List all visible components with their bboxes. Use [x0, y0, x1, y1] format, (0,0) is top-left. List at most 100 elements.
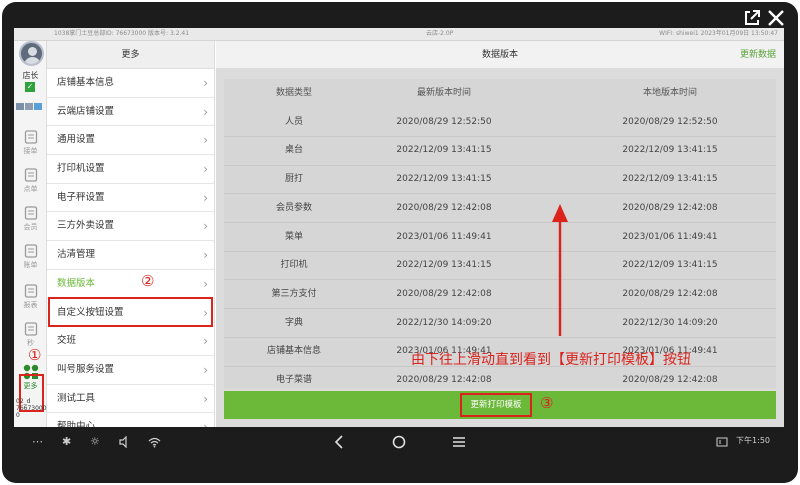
table-cell: 2022/12/30 14:09:20 — [622, 317, 718, 328]
table-row: 第三方支付 2020/08/29 12:42:08 2020/08/29 12:42… — [224, 280, 776, 309]
nav-item-1[interactable]: 点单 — [14, 164, 47, 202]
back-icon[interactable] — [334, 435, 344, 449]
menu-item-label: 测试工具 — [57, 392, 96, 404]
table-cell: 2022/12/09 13:41:15 — [622, 145, 718, 156]
nav-item-3[interactable]: 账单 — [14, 240, 47, 278]
menu-item[interactable]: 打印机设置 › — [47, 155, 214, 184]
table-cell: 2022/12/09 13:41:15 — [396, 145, 492, 156]
update-bar: 更新打印模板 ③ — [224, 391, 776, 419]
chevron-right-icon: › — [203, 76, 208, 90]
table-cell: 会员参数 — [275, 202, 312, 213]
table-cell: 打印机 — [280, 260, 308, 271]
table-cell: 2023/01/06 11:49:41 — [396, 231, 492, 242]
status-mini-icons — [16, 95, 46, 110]
update-data-button[interactable]: 更新数据 — [740, 41, 776, 69]
status-right-text: WIFI: shiwei1 2023年01月09日 13:50:47 — [659, 30, 778, 37]
mini-status-icon — [25, 103, 33, 110]
data-version-panel: 数据版本 更新数据 数据类型 最新版本时间 本地版本时间 人员 2020/08/29 1… — [216, 41, 784, 427]
chevron-right-icon: › — [203, 248, 208, 263]
mini-status-icon — [16, 103, 24, 110]
page-header: 数据版本 更新数据 — [216, 41, 784, 69]
more-panel: 更多 店铺基本信息 › 云端店铺设置 › 通用设置 › 打印机设置 › 电子秤设置 › 三方外卖设置… — [47, 41, 215, 427]
table-cell: 2022/12/09 13:41:15 — [622, 260, 718, 271]
table-cell: 2020/08/29 12:52:50 — [622, 116, 718, 127]
menu-item-label: 店铺基本信息 — [57, 77, 115, 88]
utensils-icon — [23, 167, 39, 183]
nav-item-0[interactable]: 接单 — [14, 126, 47, 164]
chevron-right-icon: › — [203, 219, 208, 234]
table-cell: 2020/08/29 12:42:08 — [396, 202, 492, 213]
table-cell: 2020/08/29 12:52:50 — [396, 116, 492, 127]
close-icon[interactable] — [766, 8, 786, 28]
menu-item-label: 电子秤设置 — [57, 191, 105, 203]
menu-item[interactable]: 帮助中心› — [47, 413, 214, 427]
table-row: 字典 2022/12/30 14:09:20 2022/12/30 14:09:20 — [224, 309, 776, 338]
menu-item-label: 叫号服务设置 — [57, 363, 115, 375]
menu-item[interactable]: 三方外卖设置 › — [47, 212, 214, 242]
chevron-right-icon: › — [203, 162, 208, 177]
page-title: 数据版本 — [481, 50, 518, 60]
table-row: 菜单 2023/01/06 11:49:41 2023/01/06 11:49:41 — [224, 223, 776, 252]
status-center-text: 云店-2.0P — [426, 30, 454, 37]
data-version-highlight — [48, 297, 213, 327]
menu-item[interactable]: 叫号服务设置 › — [47, 356, 214, 385]
swipe-instruction: 由下往上滑动直到看到【更新打印模板】按钮 — [411, 352, 691, 368]
home-icon[interactable] — [392, 435, 406, 449]
bluetooth-icon[interactable]: ✱ — [62, 435, 71, 448]
menu-item[interactable]: 交班 › — [47, 327, 214, 356]
table-cell: 第三方支付 — [271, 288, 317, 299]
column-header: 最新版本时间 — [416, 88, 471, 98]
menu-item[interactable]: 测试工具 › — [47, 385, 214, 414]
menu-item[interactable]: 数据版本 › — [47, 270, 214, 299]
nav-item-2[interactable]: 会员 — [14, 202, 47, 240]
report-icon — [23, 283, 39, 299]
status-left-text: 1038掌门土豆总部ID: 76673000 版本号: 3.2.41 — [54, 30, 190, 37]
column-header: 本地版本时间 — [642, 88, 697, 98]
flash-icon — [23, 321, 39, 337]
nav-item-4[interactable]: 报表 — [14, 280, 47, 318]
receipt-icon — [23, 243, 39, 259]
menu-item[interactable]: 云端店铺设置 › — [47, 98, 214, 127]
table-cell: 2022/12/30 14:09:20 — [396, 317, 492, 328]
table-row: 人员 2020/08/29 12:52:50 2020/08/29 12:52:50 — [224, 108, 776, 137]
table-cell: 桌台 — [284, 145, 303, 156]
brightness-icon[interactable]: ☼ — [90, 435, 100, 448]
clock-time: 下午1:50 — [736, 436, 770, 445]
android-nav-bar: ⋯ ✱ ☼ 下午1:50 — [14, 427, 784, 457]
table-cell: 2020/08/29 12:42:08 — [396, 288, 492, 299]
device-id: 02_d 76673000 0 — [16, 398, 47, 419]
table-row: 厨打 2022/12/09 13:41:15 2022/12/09 13:41:15 — [224, 165, 776, 194]
volume-icon[interactable] — [119, 436, 131, 448]
column-header: 数据类型 — [275, 88, 312, 98]
nav-item-label: 点单 — [23, 185, 38, 193]
chevron-right-icon: › — [203, 133, 208, 148]
chevron-right-icon: › — [203, 104, 208, 119]
table-row: 打印机 2022/12/09 13:41:15 2022/12/09 13:41:1… — [224, 251, 776, 280]
menu-item[interactable]: 通用设置 › — [47, 126, 214, 156]
step-3-marker: ③ — [540, 394, 554, 412]
update-print-template-button[interactable]: 更新打印模板 — [460, 393, 532, 417]
avatar[interactable] — [19, 41, 44, 66]
nav-item-label: 会员 — [23, 223, 38, 231]
table-cell: 字典 — [284, 317, 303, 328]
step-2-marker: ② — [141, 272, 155, 290]
more-panel-title: 更多 — [47, 41, 214, 69]
screenshot-icon[interactable] — [716, 437, 728, 447]
recents-icon[interactable] — [452, 436, 466, 448]
table-cell: 2020/08/29 12:42:08 — [622, 202, 718, 213]
open-external-icon[interactable] — [742, 8, 762, 28]
menu-item[interactable]: 店铺基本信息 › — [47, 69, 214, 98]
mini-status-icon — [34, 103, 42, 110]
nav-item-label: 报表 — [23, 301, 38, 309]
menu-item-label: 云端店铺设置 — [57, 105, 115, 117]
wifi-icon[interactable] — [148, 436, 161, 448]
menu-item[interactable]: 沽清管理 › — [47, 241, 214, 270]
chevron-right-icon: › — [203, 413, 208, 427]
menu-item[interactable]: 电子秤设置 › — [47, 184, 214, 213]
role-label: 店长 — [22, 71, 39, 80]
table-cell: 2023/01/06 11:49:41 — [622, 231, 718, 242]
more-dots-icon[interactable]: ⋯ — [32, 435, 43, 448]
nav-item-label: 账单 — [23, 261, 38, 269]
version-table: 数据类型 最新版本时间 本地版本时间 人员 2020/08/29 12:52:50 202… — [224, 79, 776, 396]
table-cell: 2022/12/09 13:41:15 — [396, 174, 492, 185]
